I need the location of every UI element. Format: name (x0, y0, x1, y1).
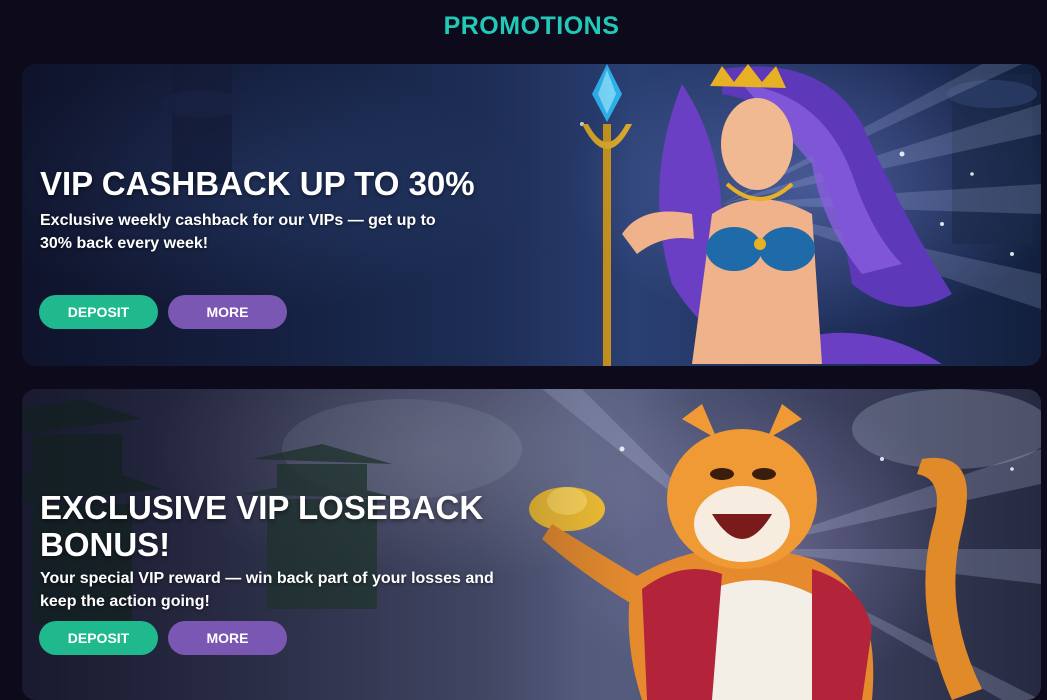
promo-description: Exclusive weekly cashback for our VIPs —… (40, 212, 436, 253)
deposit-button[interactable]: DEPOSIT (39, 621, 158, 655)
more-button[interactable]: MORE (168, 295, 287, 329)
deposit-button[interactable]: DEPOSIT (39, 295, 158, 329)
promotions-page: PROMOTIONS VIP CASHBACK UP TO 30% Exclus… (0, 0, 1047, 700)
promo-card-vip-loseback: EXCLUSIVE VIP LOSEBACK BONUS! Your speci… (22, 389, 1041, 700)
promo-title: EXCLUSIVE VIP LOSEBACK BONUS! (40, 489, 484, 563)
promo-description: Your special VIP reward — win back part … (40, 570, 494, 611)
page-title: PROMOTIONS (443, 12, 620, 40)
promo-card-vip-cashback: VIP CASHBACK UP TO 30% Exclusive weekly … (22, 64, 1041, 366)
more-button[interactable]: MORE (168, 621, 287, 655)
promo-title: VIP CASHBACK UP TO 30% (40, 165, 475, 202)
